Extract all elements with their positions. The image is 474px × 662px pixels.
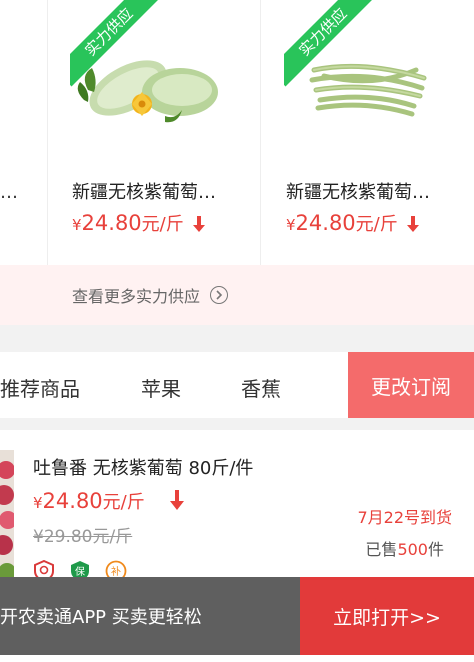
price-unit: 元/斤 bbox=[355, 214, 398, 235]
item-price: ¥24.80元/斤 bbox=[33, 488, 145, 514]
chevron-right-circle-icon bbox=[210, 286, 229, 304]
featured-products-row: … 实力供应 新疆无核紫葡萄… ¥24.80元/斤 实力供应 新疆无核紫葡萄… … bbox=[0, 0, 474, 265]
product-price: ¥24.80元/斤 bbox=[72, 210, 205, 236]
price-unit: 元/斤 bbox=[141, 214, 184, 235]
price-value: 24.80 bbox=[42, 489, 103, 513]
category-tabs: 推荐商品 苹果 香蕉 更改订阅 bbox=[0, 352, 474, 418]
banner-text: 开农卖通APP 买卖更轻松 bbox=[0, 607, 202, 628]
product-price: ¥24.80元/斤 bbox=[286, 210, 419, 236]
see-more-link[interactable]: 查看更多实力供应 bbox=[72, 283, 229, 307]
app-download-banner: 开农卖通APP 买卖更轻松 立即打开>> bbox=[0, 577, 474, 655]
tab-banana[interactable]: 香蕉 bbox=[241, 373, 281, 402]
sold-suffix: 件 bbox=[427, 540, 444, 559]
product-card[interactable]: 实力供应 新疆无核紫葡萄… ¥24.80元/斤 bbox=[48, 0, 261, 265]
arrival-date: 7月22号到货 bbox=[357, 508, 452, 527]
sold-number: 500 bbox=[397, 540, 428, 559]
item-title: 吐鲁番 无核紫葡萄 80斤/件 bbox=[33, 458, 254, 479]
price-symbol: ¥ bbox=[33, 494, 43, 512]
price-down-arrow-icon bbox=[406, 216, 419, 232]
zucchini-image bbox=[77, 60, 218, 123]
banner-message: 开农卖通APP 买卖更轻松 bbox=[0, 577, 300, 655]
price-symbol: ¥ bbox=[72, 216, 82, 234]
see-more-bar: 查看更多实力供应 bbox=[0, 265, 474, 325]
product-name: 新疆无核紫葡萄… bbox=[286, 182, 430, 203]
price-down-arrow-icon bbox=[170, 490, 184, 510]
price-value: 24.80 bbox=[81, 211, 142, 235]
price-unit: 元/斤 bbox=[102, 492, 145, 513]
tab-recommended[interactable]: 推荐商品 bbox=[0, 373, 80, 402]
sold-prefix: 已售 bbox=[365, 540, 398, 559]
tab-apple[interactable]: 苹果 bbox=[141, 373, 181, 402]
product-card-partial[interactable]: … bbox=[0, 0, 48, 265]
item-original-price: ¥29.80元/斤 bbox=[33, 527, 133, 547]
open-app-button[interactable]: 立即打开>> bbox=[300, 577, 474, 655]
price-down-arrow-icon bbox=[192, 216, 205, 232]
change-subscription-button[interactable]: 更改订阅 bbox=[348, 352, 474, 418]
product-name-tail: … bbox=[0, 182, 18, 203]
price-value: 24.80 bbox=[295, 211, 356, 235]
product-name: 新疆无核紫葡萄… bbox=[72, 182, 216, 203]
green-beans-image bbox=[309, 63, 427, 117]
sold-count: 已售500件 bbox=[365, 536, 444, 560]
product-card[interactable]: 实力供应 新疆无核紫葡萄… ¥24.80元/斤 bbox=[262, 0, 474, 265]
price-symbol: ¥ bbox=[286, 216, 296, 234]
see-more-label: 查看更多实力供应 bbox=[72, 287, 201, 306]
